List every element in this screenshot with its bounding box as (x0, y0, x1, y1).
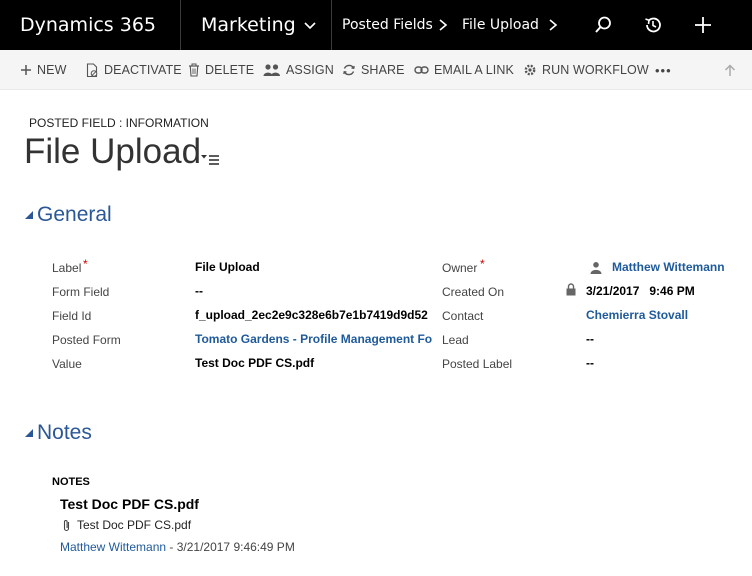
page-title: File Upload (24, 132, 202, 171)
value-label: Value (52, 357, 82, 371)
area-selector[interactable]: Marketing (181, 0, 332, 50)
arrow-up-icon (724, 63, 736, 76)
label-field-label: Label * (52, 257, 88, 275)
section-general-header[interactable]: General (24, 203, 112, 227)
lead-value[interactable]: -- (586, 332, 746, 346)
posted-form-label: Posted Form (52, 333, 121, 347)
user-icon (590, 262, 602, 274)
section-notes-header[interactable]: Notes (24, 421, 92, 445)
required-marker: * (480, 257, 485, 271)
run-workflow-button[interactable]: RUN WORKFLOW (523, 50, 649, 90)
created-on-label: Created On (442, 285, 505, 299)
note-meta: Matthew Wittemann - 3/21/2017 9:46:49 PM (60, 540, 295, 554)
command-bar: NEW DEACTIVATE DELETE ASSIGN SHARE EMAIL… (0, 50, 752, 90)
field-id-label: Field Id (52, 309, 92, 323)
form-field-label: Form Field (52, 285, 110, 299)
note-attachment[interactable]: Test Doc PDF CS.pdf (62, 518, 191, 532)
share-label: SHARE (361, 63, 405, 77)
more-icon: ••• (655, 62, 672, 78)
posted-label-value[interactable]: -- (586, 356, 746, 370)
posted-label-label: Posted Label (442, 357, 513, 371)
value-field-value[interactable]: Test Doc PDF CS.pdf (195, 356, 435, 370)
deactivate-label: DEACTIVATE (104, 63, 182, 77)
entity-form-label: POSTED FIELD : INFORMATION (29, 116, 209, 130)
search-button[interactable] (578, 0, 628, 50)
app-brand[interactable]: Dynamics 365 (0, 0, 181, 50)
note-timestamp: 3/21/2017 9:46:49 PM (176, 540, 295, 554)
history-icon (645, 17, 661, 33)
created-on-value[interactable]: 3/21/2017 9:46 PM (586, 284, 746, 298)
email-a-link-label: EMAIL A LINK (434, 63, 514, 77)
collapse-up-button[interactable] (724, 50, 741, 90)
required-marker: * (83, 257, 88, 271)
attachment-filename: Test Doc PDF CS.pdf (77, 518, 192, 532)
collapse-triangle-icon (25, 211, 33, 219)
trash-icon (189, 63, 199, 77)
assign-button[interactable]: ASSIGN (263, 50, 334, 90)
more-commands-button[interactable]: ••• (655, 50, 672, 90)
chevron-down-icon (304, 22, 316, 30)
recent-records-button[interactable] (628, 0, 678, 50)
owner-link[interactable]: Matthew Wittemann (612, 260, 750, 274)
plus-icon (695, 17, 711, 33)
form-selector-icon[interactable] (201, 151, 221, 167)
area-label: Marketing (201, 14, 296, 36)
note-author-link[interactable]: Matthew Wittemann (60, 540, 166, 554)
paperclip-icon (63, 519, 70, 531)
lead-label: Lead (442, 333, 469, 347)
note-meta-separator: - (166, 540, 177, 554)
share-button[interactable]: SHARE (342, 50, 405, 90)
contact-label: Contact (442, 309, 484, 323)
top-nav-bar: Dynamics 365 Marketing Posted Fields Fil… (0, 0, 752, 50)
contact-link[interactable]: Chemierra Stovall (586, 308, 746, 322)
posted-form-link[interactable]: Tomato Gardens - Profile Management Fo (195, 332, 437, 346)
chevron-right-icon[interactable] (438, 0, 450, 50)
breadcrumb-file-upload[interactable]: File Upload (462, 0, 539, 50)
section-general-title: General (37, 203, 112, 226)
delete-label: DELETE (205, 63, 255, 77)
new-button[interactable]: NEW (20, 50, 66, 90)
breadcrumb-label: Posted Fields (342, 17, 433, 33)
run-workflow-label: RUN WORKFLOW (542, 63, 649, 77)
note-title[interactable]: Test Doc PDF CS.pdf (60, 496, 199, 512)
new-label: NEW (37, 63, 67, 77)
lock-icon (566, 283, 576, 296)
assign-label: ASSIGN (286, 63, 334, 77)
plus-icon (21, 65, 31, 75)
assign-users-icon (263, 64, 280, 76)
workflow-gear-icon (524, 64, 536, 76)
search-icon (595, 16, 611, 33)
field-id-value[interactable]: f_upload_2ec2e9c328e6b7e1b7419d9d52 (195, 308, 437, 322)
deactivate-doc-icon (86, 62, 98, 77)
label-field-value[interactable]: File Upload (195, 260, 435, 274)
quick-create-button[interactable] (678, 0, 728, 50)
owner-label: Owner * (442, 257, 485, 275)
chevron-right-icon[interactable] (548, 0, 560, 50)
collapse-triangle-icon (25, 429, 33, 437)
breadcrumb-label: File Upload (462, 17, 539, 33)
section-notes-title: Notes (37, 421, 92, 444)
share-icon (343, 64, 355, 76)
delete-button[interactable]: DELETE (188, 50, 254, 90)
brand-label: Dynamics 365 (20, 14, 156, 36)
breadcrumb-posted-fields[interactable]: Posted Fields (342, 0, 433, 50)
deactivate-button[interactable]: DEACTIVATE (86, 50, 182, 90)
link-icon (414, 66, 429, 74)
notes-heading: NOTES (52, 476, 90, 488)
form-field-value[interactable]: -- (195, 284, 435, 298)
email-a-link-button[interactable]: EMAIL A LINK (414, 50, 514, 90)
